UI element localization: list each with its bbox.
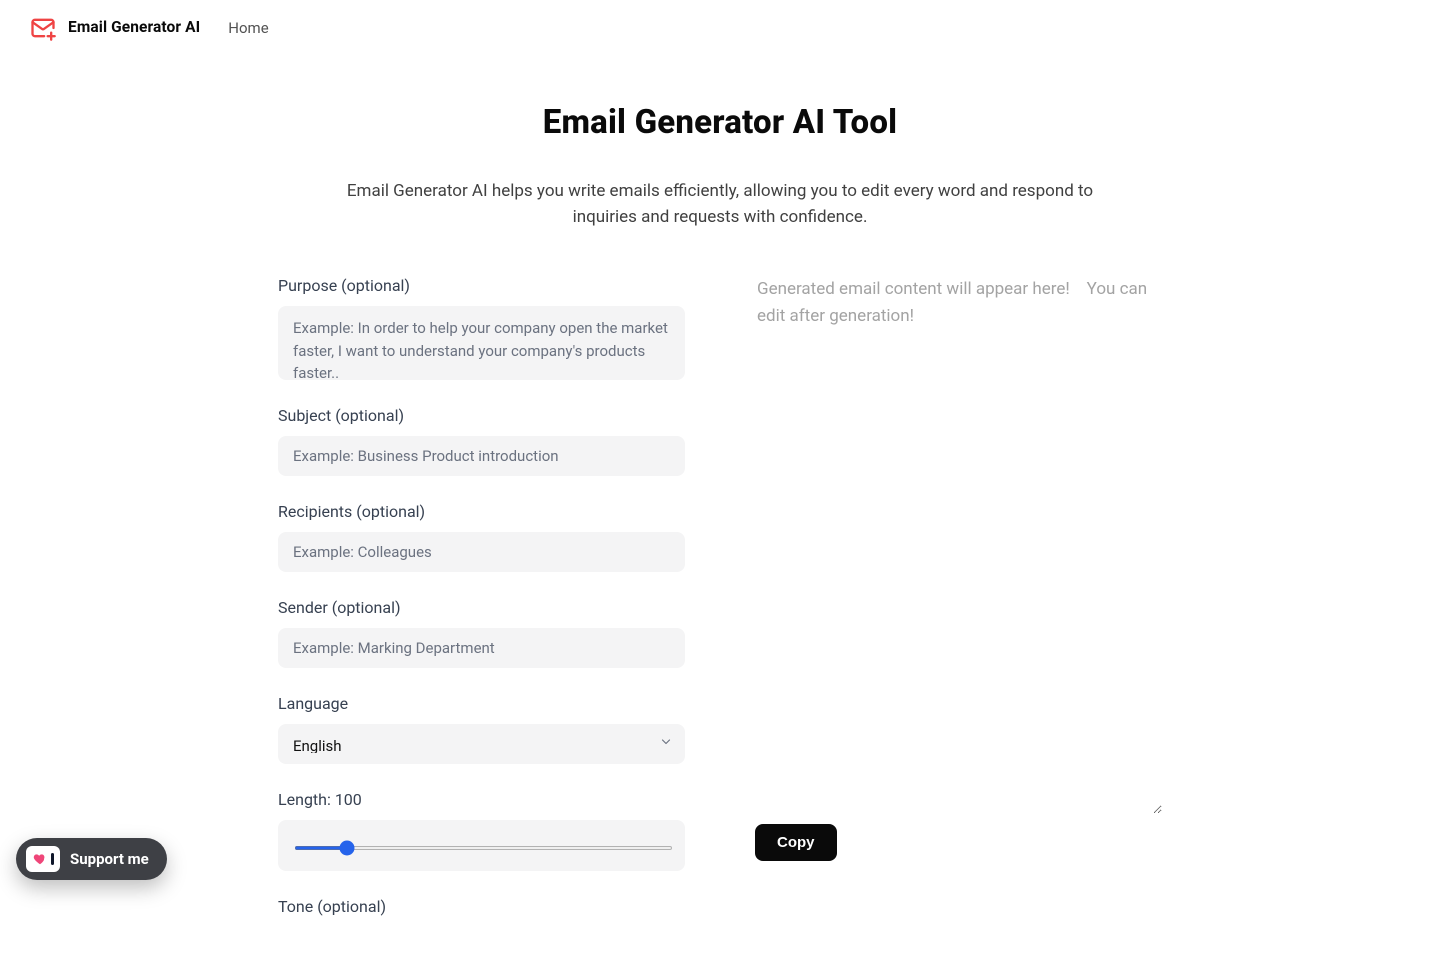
nav-home[interactable]: Home — [228, 17, 268, 40]
brand-name: Email Generator AI — [68, 16, 200, 39]
language-select[interactable]: English — [278, 724, 685, 764]
length-slider[interactable] — [294, 846, 673, 850]
mail-plus-icon — [28, 14, 58, 42]
subject-field: Subject (optional) — [278, 404, 685, 476]
copy-button[interactable]: Copy — [755, 824, 837, 861]
subject-label: Subject (optional) — [278, 404, 685, 428]
form-panel: Purpose (optional) Subject (optional) Re… — [278, 274, 685, 919]
recipients-field: Recipients (optional) — [278, 500, 685, 572]
sender-input[interactable] — [278, 628, 685, 668]
main: Email Generator AI Tool Email Generator … — [270, 56, 1170, 959]
length-label: Length: 100 — [278, 788, 685, 812]
brand: Email Generator AI — [28, 14, 200, 42]
length-slider-box — [278, 820, 685, 871]
language-field: Language English — [278, 692, 685, 764]
sender-field: Sender (optional) — [278, 596, 685, 668]
purpose-field: Purpose (optional) — [278, 274, 685, 380]
result-panel: Copy — [755, 274, 1162, 919]
purpose-label: Purpose (optional) — [278, 274, 685, 298]
recipients-input[interactable] — [278, 532, 685, 572]
support-icon — [26, 846, 60, 872]
language-label: Language — [278, 692, 685, 716]
support-button[interactable]: Support me — [16, 838, 167, 880]
recipients-label: Recipients (optional) — [278, 500, 685, 524]
tone-label: Tone (optional) — [278, 895, 685, 919]
page-title: Email Generator AI Tool — [270, 98, 1170, 148]
length-field: Length: 100 — [278, 788, 685, 871]
header: Email Generator AI Home — [0, 0, 1440, 56]
support-label: Support me — [70, 848, 149, 871]
sender-label: Sender (optional) — [278, 596, 685, 620]
tone-field: Tone (optional) — [278, 895, 685, 919]
page-subtitle: Email Generator AI helps you write email… — [340, 178, 1100, 231]
purpose-input[interactable] — [278, 306, 685, 380]
subject-input[interactable] — [278, 436, 685, 476]
result-textarea[interactable] — [755, 274, 1162, 814]
